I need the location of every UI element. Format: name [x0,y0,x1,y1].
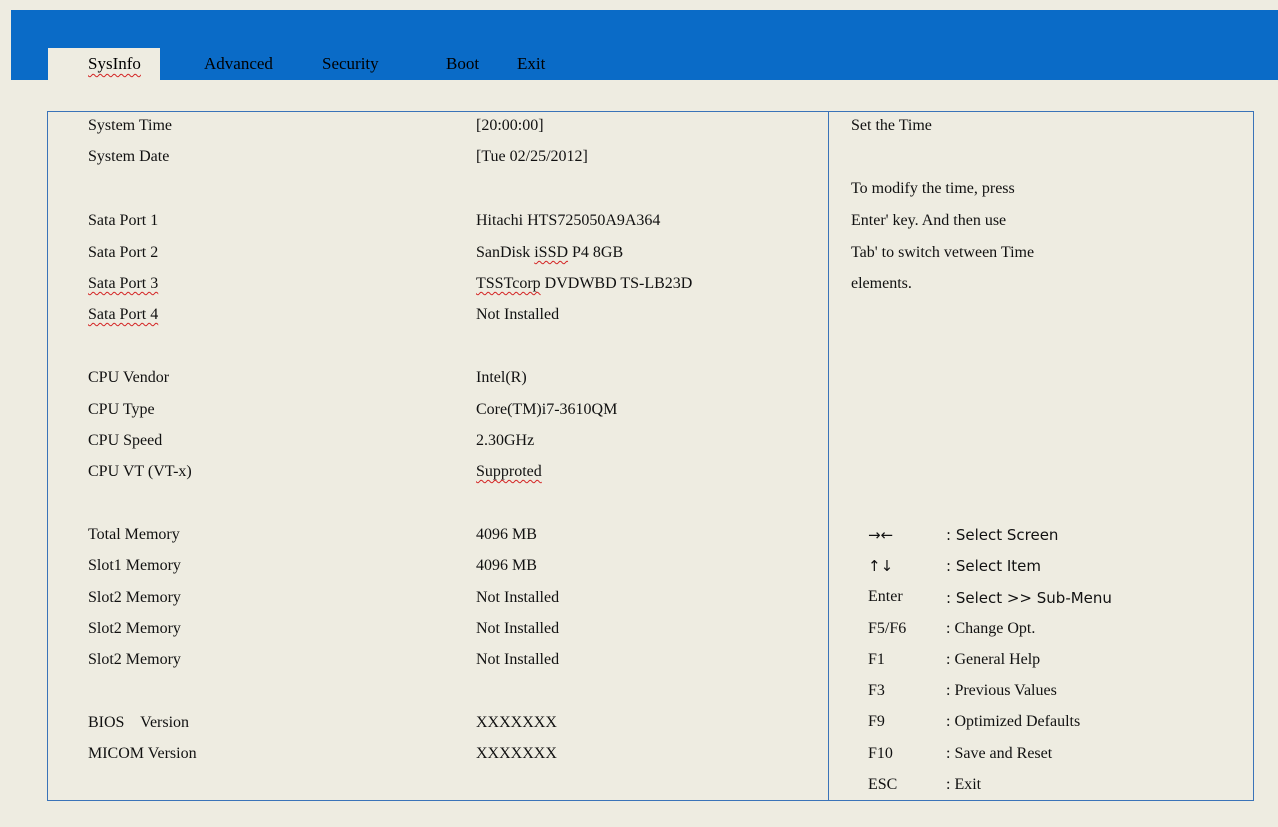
slot1-memory-value: 4096 MB [476,557,537,574]
cpu-type-label: CPU Type [88,401,155,418]
slot2-memory-value: Not Installed [476,589,560,606]
system-date-label: System Date [88,148,170,165]
slot2-memory-label: Slot2 Memory [88,589,181,606]
panel-divider [828,112,829,800]
sata-port-4-label: Sata Port 4 [88,306,159,323]
sata-port-3-label: Sata Port 3 [88,275,159,292]
key-f1: F1 [868,651,885,668]
system-time-label: System Time [88,117,173,134]
cpu-vendor-label: CPU Vendor [88,369,170,386]
tab-exit[interactable]: Exit [517,48,545,80]
sata-port-2-value-pre: SanDisk [476,244,535,261]
key-f3: F3 [868,682,885,699]
key-f9: F9 [868,713,885,730]
key-desc-previous-values: : Previous Values [946,682,1057,699]
tab-bar: SysInfo Advanced Security Boot Exit [48,48,748,80]
total-memory-value: 4096 MB [476,526,537,543]
tab-security[interactable]: Security [322,48,379,80]
key-arrows-ud: ↑↓ [868,557,894,575]
sata-port-2-value: SanDisk iSSD P4 8GB [476,243,623,263]
sata-port-2-value-mark: iSSD [534,244,569,261]
key-desc-general-help: : General Help [946,651,1041,668]
key-desc-exit: : Exit [946,776,982,793]
key-arrows-lr: →← [868,526,894,544]
sata-port-1-value: Hitachi HTS725050A9A364 [476,212,661,229]
key-enter: Enter [868,588,903,605]
help-line: elements. [851,275,912,292]
sata-port-4-value: Not Installed [476,306,560,323]
slot1-memory-label: Slot1 Memory [88,557,181,574]
key-desc-change-opt: : Change Opt. [946,620,1036,637]
sata-port-2-value-post: P4 8GB [568,244,624,261]
sata-port-3-value-post: DVDWBD TS-LB23D [540,275,693,292]
slot2-memory-value: Not Installed [476,651,560,668]
key-f5-f6: F5/F6 [868,620,907,637]
sata-port-2-label: Sata Port 2 [88,244,159,261]
cpu-type-value: Core(TM)i7-3610QM [476,401,618,418]
cpu-speed-label: CPU Speed [88,432,163,449]
key-f10: F10 [868,745,893,762]
total-memory-label: Total Memory [88,526,180,543]
help-title: Set the Time [851,117,932,134]
help-line: Tab' to switch vetween Time [851,244,1035,261]
tab-boot[interactable]: Boot [446,48,479,80]
help-line: Enter' key. And then use [851,212,1007,229]
tab-advanced[interactable]: Advanced [204,48,273,80]
slot2-memory-label: Slot2 Memory [88,620,181,637]
key-desc-optimized-defaults: : Optimized Defaults [946,713,1081,730]
cpu-vt-label: CPU VT (VT-x) [88,463,192,480]
sata-port-3-value-mark: TSSTcorp [476,275,541,292]
sata-port-3-value: TSSTcorp DVDWBD TS-LB23D [476,274,692,294]
sata-port-1-label: Sata Port 1 [88,212,159,229]
slot2-memory-label: Slot2 Memory [88,651,181,668]
bios-version-label: BIOS Version [88,714,190,731]
system-date-value[interactable]: [Tue 02/25/2012] [476,147,588,167]
key-desc-select-screen: : Select Screen [946,526,1059,544]
micom-version-label: MICOM Version [88,745,197,762]
cpu-speed-value: 2.30GHz [476,432,535,449]
micom-version-value: XXXXXXX [476,745,557,762]
slot2-memory-value: Not Installed [476,620,560,637]
key-desc-sub-menu: : Select >> Sub-Menu [946,589,1112,607]
bios-version-value: XXXXXXX [476,714,557,731]
key-desc-save-reset: : Save and Reset [946,745,1053,762]
main-panel: System Time [20:00:00] System Date [Tue … [47,111,1254,801]
tab-sysinfo[interactable]: SysInfo [48,48,160,80]
system-time-value[interactable]: [20:00:00] [476,116,544,136]
cpu-vt-value: Supproted [476,463,542,480]
cpu-vendor-value: Intel(R) [476,369,527,386]
key-esc: ESC [868,776,898,793]
help-line: To modify the time, press [851,180,1015,197]
key-desc-select-item: : Select Item [946,557,1042,575]
